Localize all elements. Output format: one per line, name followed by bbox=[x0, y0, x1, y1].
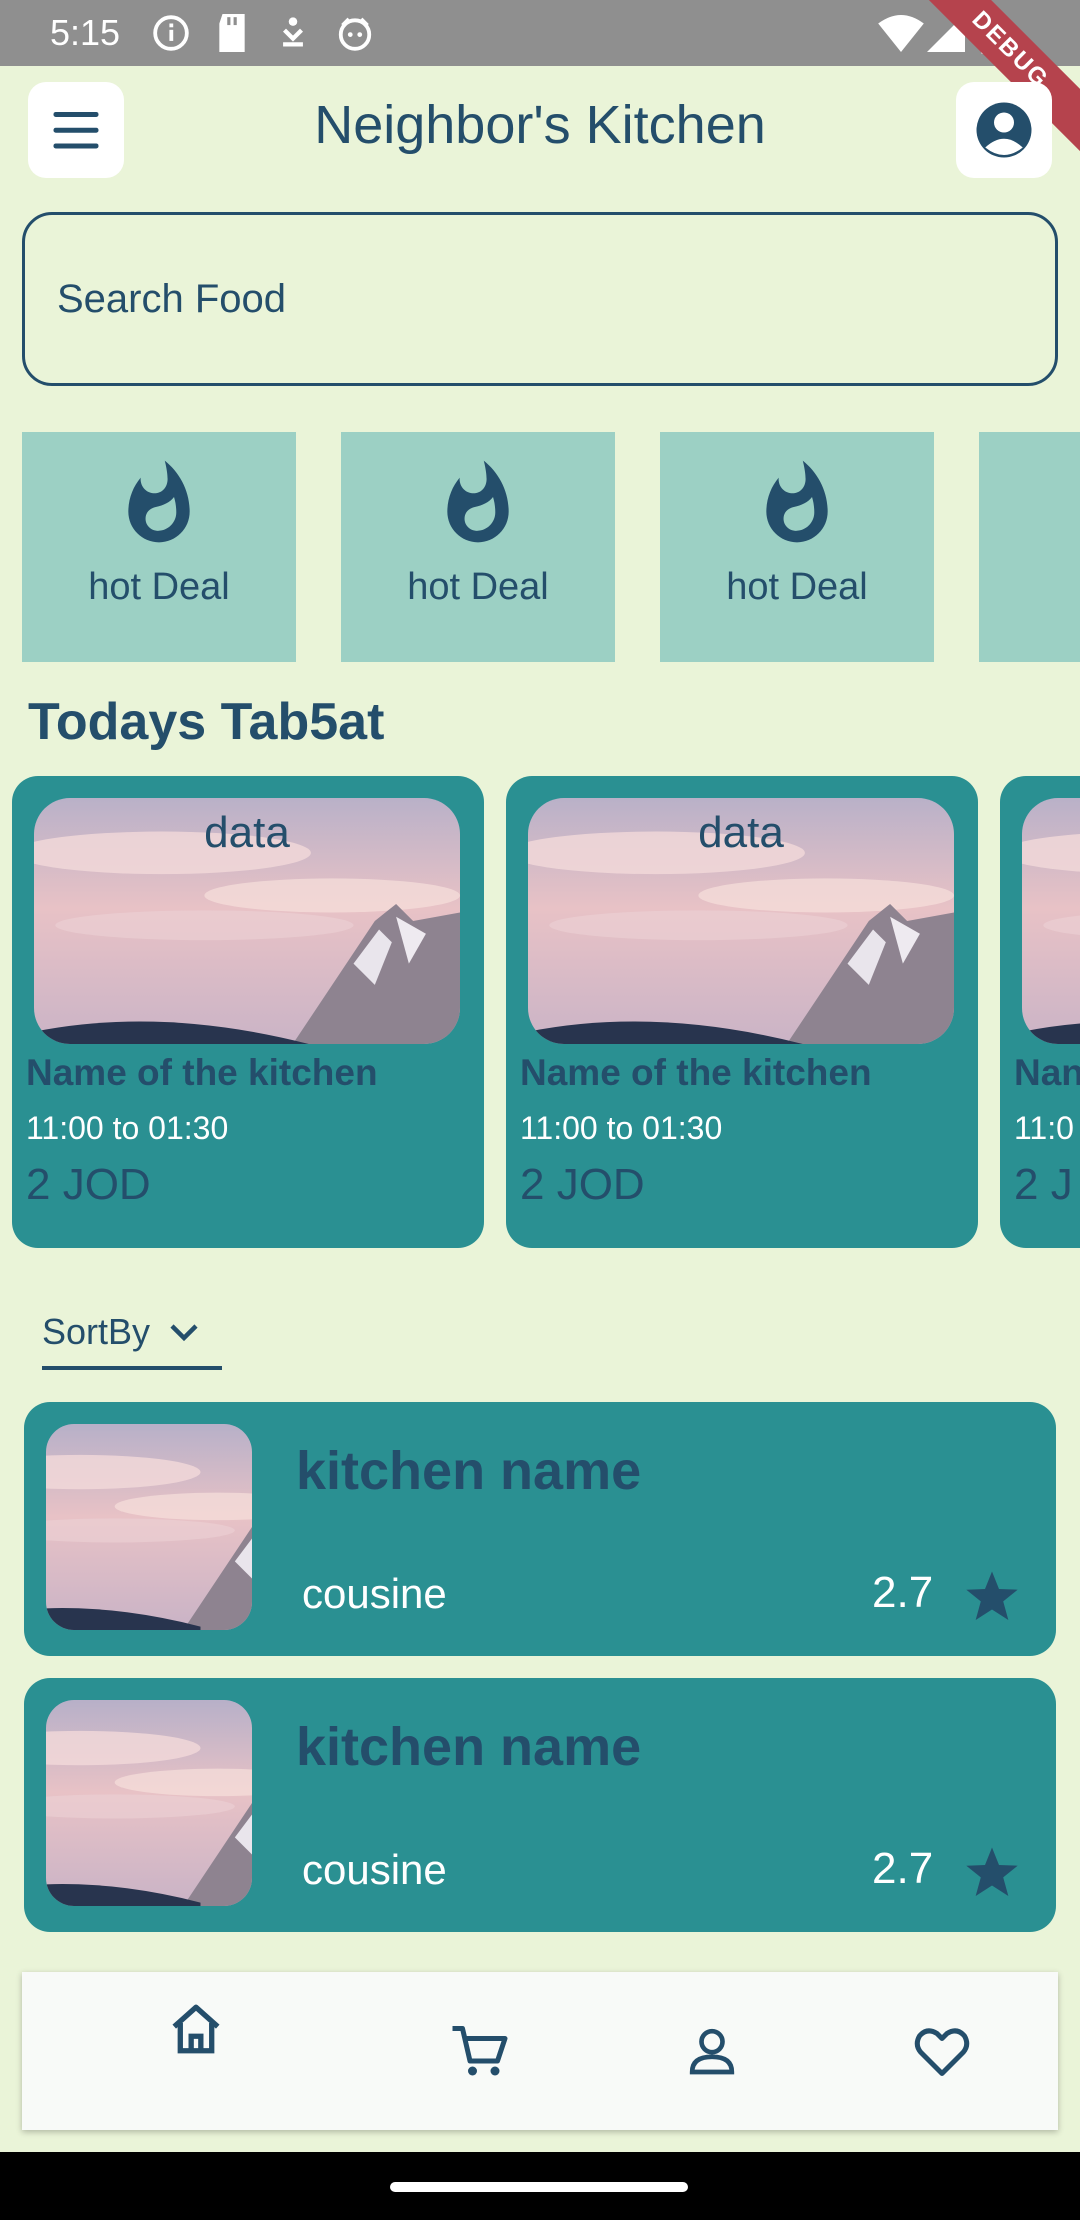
image-label: data bbox=[204, 808, 290, 857]
status-bar: 5:15 DEBUG bbox=[0, 0, 1080, 158]
star-icon bbox=[966, 1847, 1018, 1897]
sort-by-dropdown[interactable]: SortBy bbox=[42, 1298, 222, 1370]
account-circle-icon bbox=[976, 102, 1032, 158]
search-input[interactable] bbox=[22, 212, 1058, 386]
category-label: hot Deal bbox=[726, 566, 868, 608]
nav-favorites[interactable] bbox=[902, 1972, 982, 2130]
cart-icon bbox=[452, 2026, 508, 2076]
chevron-down-icon bbox=[170, 1324, 198, 1342]
landscape-image bbox=[1022, 798, 1080, 1044]
kitchen-image: data bbox=[528, 798, 954, 1044]
sort-by-label: SortBy bbox=[42, 1311, 151, 1352]
today-cards-row[interactable]: data Name of the kitchen 11:00 to 01:30 … bbox=[12, 776, 1080, 1250]
fire-icon bbox=[1070, 458, 1080, 550]
kitchen-rating: 2.7 bbox=[872, 1568, 934, 1617]
home-icon bbox=[172, 2004, 220, 2054]
nav-home[interactable] bbox=[156, 1972, 236, 2130]
kitchen-name: kitchen name bbox=[296, 1441, 642, 1501]
kitchen-rating: 2.7 bbox=[872, 1844, 934, 1893]
nav-profile[interactable] bbox=[672, 1972, 752, 2130]
wifi-icon bbox=[878, 14, 924, 52]
info-icon bbox=[153, 15, 189, 51]
kitchen-name: Name of the kitchen bbox=[520, 1052, 872, 1093]
category-hot-deal[interactable]: hot Deal bbox=[341, 432, 615, 662]
kitchen-thumbnail bbox=[46, 1424, 252, 1630]
nav-cart[interactable] bbox=[440, 1972, 520, 2130]
category-hot-deal[interactable]: ho bbox=[979, 432, 1080, 662]
image-label: data bbox=[698, 808, 784, 857]
bottom-navigation bbox=[22, 1972, 1058, 2130]
kitchen-name: Nan bbox=[1014, 1052, 1080, 1093]
kitchen-name: Name of the kitchen bbox=[26, 1052, 378, 1093]
page-title: Neighbor's Kitchen bbox=[314, 95, 766, 155]
system-gesture-bar bbox=[0, 2152, 1080, 2220]
today-card[interactable]: Nan 11:0 2 J bbox=[1000, 776, 1080, 1248]
category-row[interactable]: hot Deal hot Deal hot Deal ho bbox=[22, 432, 1080, 662]
download-icon bbox=[282, 17, 304, 47]
kitchen-cuisine: cousine bbox=[302, 1570, 447, 1617]
face-icon bbox=[338, 17, 372, 51]
category-label: hot Deal bbox=[88, 566, 230, 608]
person-icon bbox=[689, 2028, 735, 2075]
kitchen-price: 2 JOD bbox=[26, 1160, 151, 1209]
section-title: Todays Tab5at bbox=[28, 693, 385, 751]
kitchen-price: 2 J bbox=[1014, 1160, 1073, 1209]
kitchen-list-item[interactable]: kitchen name cousine 2.7 bbox=[24, 1402, 1056, 1656]
today-card[interactable]: data Name of the kitchen 11:00 to 01:30 … bbox=[12, 776, 484, 1248]
landscape-image bbox=[46, 1424, 252, 1630]
category-label: hot Deal bbox=[407, 566, 549, 608]
kitchen-hours: 11:0 bbox=[1014, 1110, 1074, 1146]
heart-icon bbox=[914, 2028, 970, 2076]
kitchen-image: data bbox=[34, 798, 460, 1044]
status-time: 5:15 bbox=[50, 12, 121, 53]
kitchen-cuisine: cousine bbox=[302, 1846, 447, 1893]
fire-icon bbox=[751, 458, 843, 550]
star-icon bbox=[966, 1571, 1018, 1621]
fire-icon bbox=[113, 458, 205, 550]
kitchen-name: kitchen name bbox=[296, 1717, 642, 1777]
today-card[interactable]: data Name of the kitchen 11:00 to 01:30 … bbox=[506, 776, 978, 1248]
kitchen-hours: 11:00 to 01:30 bbox=[520, 1110, 723, 1146]
category-hot-deal[interactable]: hot Deal bbox=[660, 432, 934, 662]
landscape-image bbox=[46, 1700, 252, 1906]
kitchen-thumbnail bbox=[46, 1700, 252, 1906]
kitchen-list-item[interactable]: kitchen name cousine 2.7 bbox=[24, 1678, 1056, 1932]
fire-icon bbox=[432, 458, 524, 550]
kitchen-image bbox=[1022, 798, 1080, 1044]
profile-button[interactable] bbox=[956, 82, 1052, 178]
home-indicator[interactable] bbox=[390, 2182, 688, 2192]
kitchen-price: 2 JOD bbox=[520, 1160, 645, 1209]
kitchen-hours: 11:00 to 01:30 bbox=[26, 1110, 229, 1146]
category-hot-deal[interactable]: hot Deal bbox=[22, 432, 296, 662]
sd-card-icon bbox=[219, 14, 245, 52]
